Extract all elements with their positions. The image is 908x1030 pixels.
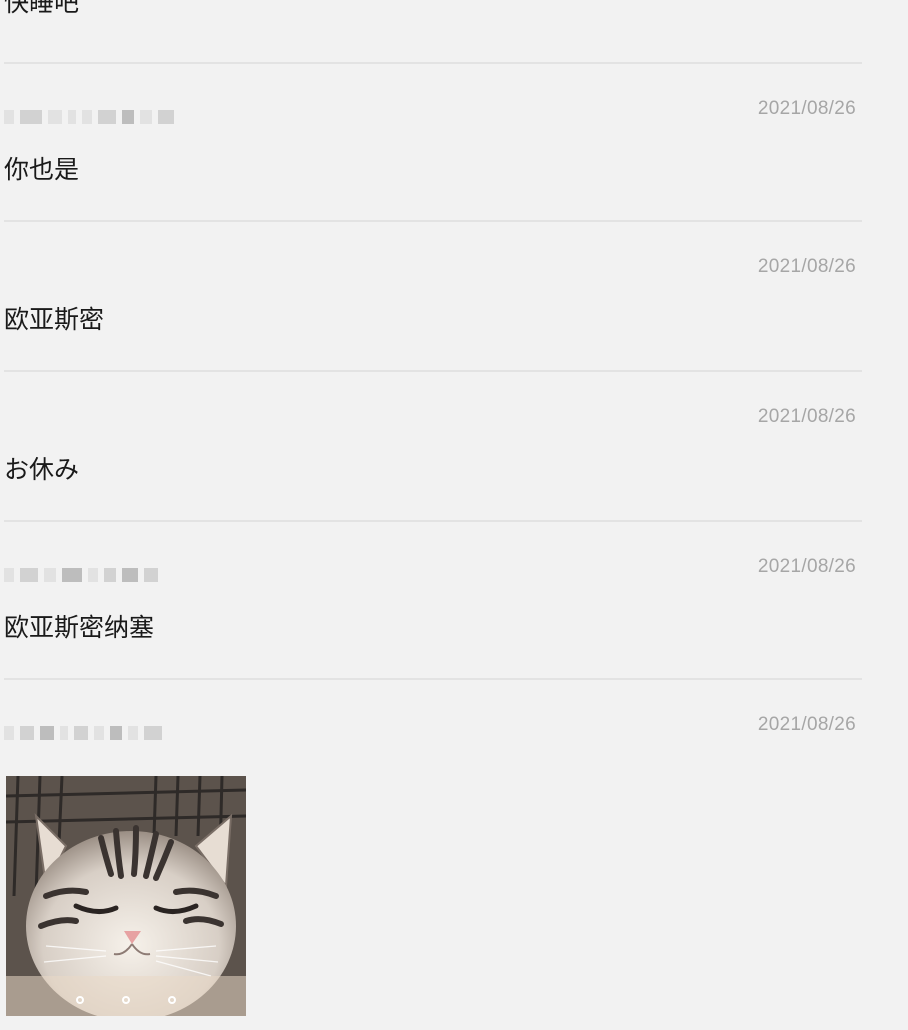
carousel-dots: [6, 996, 246, 1004]
divider: [4, 520, 862, 522]
message-date: 2021/08/26: [757, 98, 856, 119]
message-text: 快睡吧: [4, 0, 80, 17]
divider: [4, 62, 862, 64]
divider: [4, 678, 862, 680]
chat-message-list: 快睡吧 2021/08/26 你也是 2021/08/26 欧亚斯密 2021/…: [0, 0, 908, 1030]
message-date: 2021/08/26: [757, 256, 856, 277]
carousel-dot[interactable]: [168, 996, 176, 1004]
cat-photo-image: [6, 776, 246, 1016]
message-date: 2021/08/26: [757, 406, 856, 427]
message-text[interactable]: お休み: [4, 455, 79, 485]
divider: [4, 370, 862, 372]
carousel-dot[interactable]: [122, 996, 130, 1004]
message-date: 2021/08/26: [757, 714, 856, 735]
blurred-sender-name: [4, 564, 214, 586]
cat-photo-icon[interactable]: [6, 776, 246, 1016]
message-text[interactable]: 你也是: [4, 155, 79, 185]
message-text[interactable]: 欧亚斯密: [4, 305, 104, 335]
blurred-sender-name: [4, 722, 214, 744]
blurred-sender-name: [4, 106, 214, 128]
divider: [4, 220, 862, 222]
message-text[interactable]: 欧亚斯密纳塞: [4, 613, 154, 643]
message-date: 2021/08/26: [757, 556, 856, 577]
carousel-dot[interactable]: [76, 996, 84, 1004]
